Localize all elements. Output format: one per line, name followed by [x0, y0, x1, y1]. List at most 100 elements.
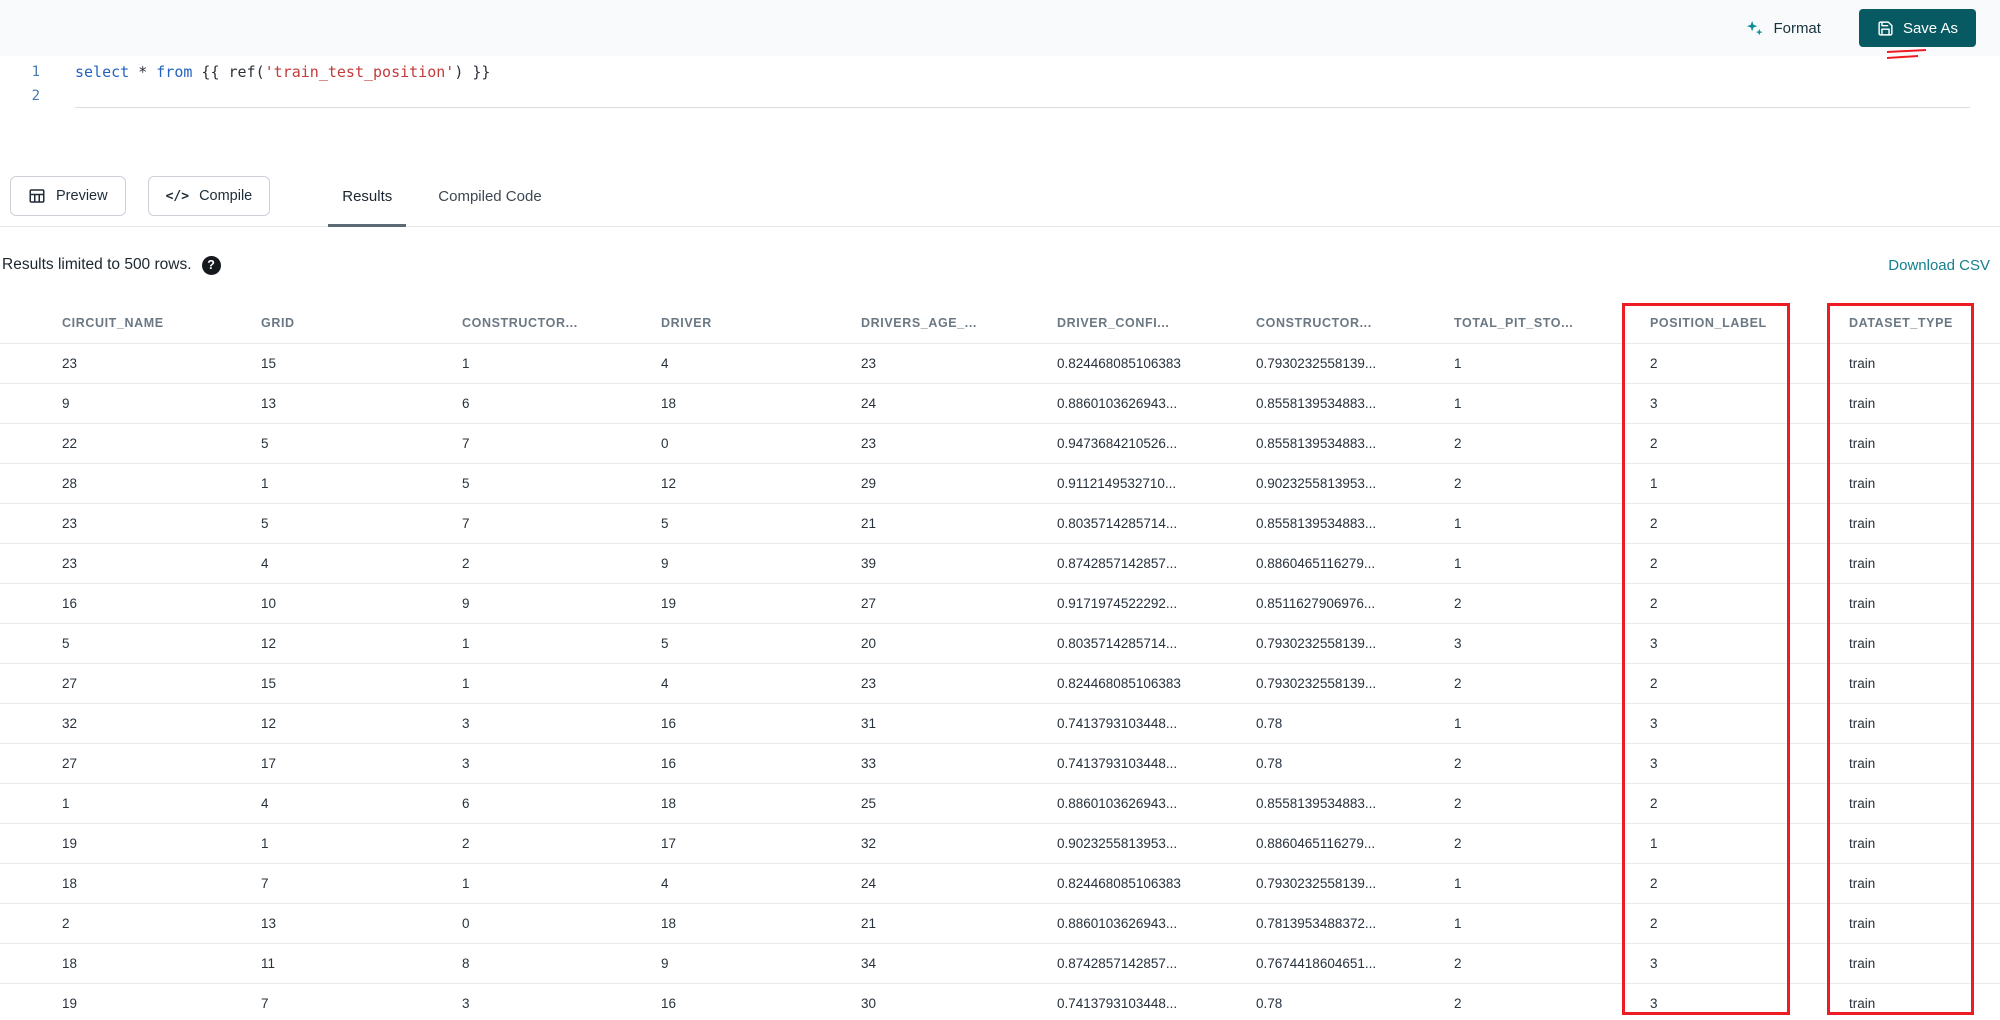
- download-csv-link[interactable]: Download CSV: [1888, 257, 1990, 274]
- table-cell: 3: [1588, 742, 1787, 783]
- table-cell: 5: [199, 422, 400, 463]
- red-scribble-annotation: [1886, 48, 1928, 60]
- table-cell: 0.9112149532710...: [995, 462, 1194, 503]
- table-row: 27 17 3 16 33 0.7413793103448... 0.78 2 3 train: [0, 742, 2000, 783]
- table-cell: 1: [1392, 342, 1588, 383]
- table-cell: 1: [1392, 382, 1588, 423]
- table-cell: 16: [0, 582, 199, 623]
- table-cell: 17: [599, 822, 799, 863]
- table-row: 19 1 2 17 32 0.9023255813953... 0.886046511627…: [0, 822, 2000, 863]
- table-row: 27 15 1 4 23 0.824468085106383 0.7930232558139…: [0, 662, 2000, 703]
- table-cell: 7: [199, 982, 400, 1020]
- preview-button-label: Preview: [56, 188, 108, 204]
- tab-compiled-code-label: Compiled Code: [438, 187, 542, 205]
- table-cell: 18: [599, 782, 799, 823]
- results-limit-text: Results limited to 500 rows.: [2, 256, 192, 273]
- table-cell: 21: [799, 902, 995, 943]
- table-cell: 28: [0, 462, 199, 503]
- table-row: 32 12 3 16 31 0.7413793103448... 0.78 1 3 train: [0, 702, 2000, 743]
- table-cell: 30: [799, 982, 995, 1020]
- table-cell: train: [1787, 702, 2000, 743]
- table-cell: 5: [199, 502, 400, 543]
- table-cell: 2: [1588, 502, 1787, 543]
- table-row: 9 13 6 18 24 0.8860103626943... 0.855813953488…: [0, 382, 2000, 423]
- format-button[interactable]: Format: [1745, 19, 1821, 38]
- save-as-button[interactable]: Save As: [1858, 9, 1976, 47]
- help-icon[interactable]: ?: [201, 255, 221, 275]
- table-cell: 0.9473684210526...: [995, 422, 1194, 463]
- table-cell: train: [1787, 502, 2000, 543]
- column-header: CONSTRUCTOR...: [1256, 315, 1372, 330]
- table-cell: 2: [400, 822, 599, 863]
- table-cell: 0.78: [1194, 982, 1392, 1020]
- results-tabs: Results Compiled Code: [328, 166, 573, 227]
- table-cell: 9: [400, 582, 599, 623]
- table-cell: 6: [400, 382, 599, 423]
- table-cell: 3: [1588, 382, 1787, 423]
- table-cell: train: [1787, 742, 2000, 783]
- table-cell: 33: [799, 742, 995, 783]
- column-header: POSITION_LABEL: [1650, 315, 1767, 330]
- tab-results-label: Results: [342, 187, 393, 205]
- table-cell: 2: [1392, 942, 1588, 983]
- table-cell: 2: [1392, 462, 1588, 503]
- table-cell: 29: [799, 462, 995, 503]
- compile-button[interactable]: </> Compile: [147, 176, 271, 216]
- code-line[interactable]: 2: [0, 84, 2000, 108]
- table-cell: 4: [599, 862, 799, 903]
- table-cell: 10: [199, 582, 400, 623]
- results-toolbar: Preview </> Compile Results Compiled Cod…: [0, 166, 2000, 227]
- table-cell: 9: [599, 542, 799, 583]
- column-header: DRIVERS_AGE_...: [861, 315, 977, 330]
- code-token: {{: [192, 63, 229, 81]
- table-cell: 32: [0, 702, 199, 743]
- tab-compiled-code[interactable]: Compiled Code: [424, 166, 555, 226]
- code-token: from: [156, 63, 193, 81]
- tab-results[interactable]: Results: [328, 166, 407, 227]
- table-cell: 2: [1392, 742, 1588, 783]
- table-cell: 0.7930232558139...: [1194, 662, 1392, 703]
- table-row: 18 7 1 4 24 0.824468085106383 0.7930232558139.…: [0, 862, 2000, 903]
- table-cell: train: [1787, 862, 2000, 903]
- table-cell: train: [1787, 902, 2000, 943]
- table-cell: train: [1787, 422, 2000, 463]
- table-cell: 0.9023255813953...: [995, 822, 1194, 863]
- table-cell: 9: [0, 382, 199, 423]
- column-header: GRID: [261, 315, 295, 330]
- sql-editor[interactable]: 1 select * from {{ ref('train_test_posit…: [0, 56, 2000, 166]
- table-cell: 17: [199, 742, 400, 783]
- table-cell: train: [1787, 662, 2000, 703]
- table-cell: 0.8742857142857...: [995, 542, 1194, 583]
- table-cell: 1: [400, 662, 599, 703]
- table-cell: 5: [599, 622, 799, 663]
- code-line[interactable]: 1 select * from {{ ref('train_test_posit…: [0, 60, 2000, 84]
- table-cell: 9: [599, 942, 799, 983]
- table-cell: 15: [199, 662, 400, 703]
- table-cell: 2: [1588, 582, 1787, 623]
- table-cell: 18: [0, 942, 199, 983]
- table-cell: 23: [799, 342, 995, 383]
- table-cell: 27: [0, 742, 199, 783]
- table-cell: train: [1787, 622, 2000, 663]
- code-token: ref(: [228, 63, 265, 81]
- sparkles-icon: [1745, 19, 1764, 38]
- preview-button[interactable]: Preview: [10, 176, 126, 216]
- table-cell: 2: [400, 542, 599, 583]
- table-cell: 23: [0, 342, 199, 383]
- table-cell: 0.8558139534883...: [1194, 502, 1392, 543]
- table-cell: 18: [0, 862, 199, 903]
- table-cell: train: [1787, 582, 2000, 623]
- table-cell: 3: [400, 742, 599, 783]
- table-cell: 27: [799, 582, 995, 623]
- table-cell: 0.8035714285714...: [995, 622, 1194, 663]
- code-line-content: [75, 84, 1970, 108]
- table-cell: 12: [199, 622, 400, 663]
- table-cell: 0.8860103626943...: [995, 782, 1194, 823]
- column-header: CONSTRUCTOR...: [462, 315, 578, 330]
- table-row: 2 13 0 18 21 0.8860103626943... 0.781395348837…: [0, 902, 2000, 943]
- table-cell: 39: [799, 542, 995, 583]
- table-cell: 0.7413793103448...: [995, 742, 1194, 783]
- table-cell: 3: [400, 982, 599, 1020]
- table-cell: 7: [199, 862, 400, 903]
- table-cell: 0.8558139534883...: [1194, 382, 1392, 423]
